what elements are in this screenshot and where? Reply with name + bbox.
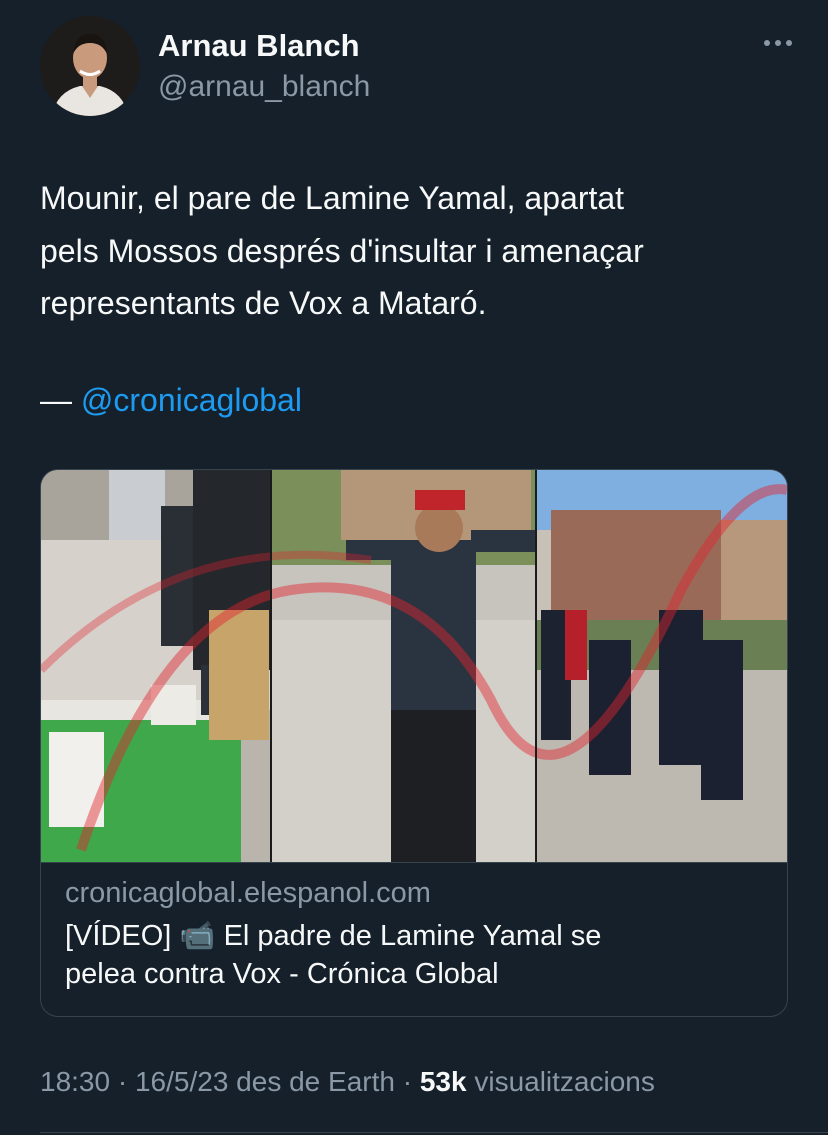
mention-link[interactable]: @cronicaglobal: [81, 382, 302, 418]
card-title-line: [VÍDEO] 📹 El padre de Lamine Yamal se: [65, 920, 602, 952]
card-title: [VÍDEO] 📹 El padre de Lamine Yamal se pe…: [65, 917, 765, 993]
tweet-text-line: pels Mossos després d'insultar i amenaça…: [40, 232, 644, 269]
views-label: visualitzacions: [466, 1066, 655, 1097]
more-dot: [786, 40, 792, 46]
avatar[interactable]: [40, 16, 140, 116]
tweet-time[interactable]: 18:30: [40, 1066, 110, 1097]
author-name[interactable]: Arnau Blanch: [158, 28, 360, 64]
tweet-text: Mounir, el pare de Lamine Yamal, apartat…: [40, 172, 800, 330]
meta-separator: ·: [394, 1066, 420, 1097]
news-photo-collage: [41, 470, 787, 862]
tweet-text-line: representants de Vox a Mataró.: [40, 285, 487, 321]
tweet-date-source[interactable]: 16/5/23 des de Earth: [135, 1066, 395, 1097]
more-dot: [775, 40, 781, 46]
divider: [40, 1132, 828, 1133]
credit-prefix: —: [40, 382, 81, 418]
avatar-image: [40, 16, 140, 116]
tweet-credit: — @cronicaglobal: [40, 374, 302, 426]
more-icon[interactable]: [756, 28, 800, 58]
tweet-text-line: Mounir, el pare de Lamine Yamal, apartat: [40, 180, 625, 216]
card-info[interactable]: cronicaglobal.elespanol.com [VÍDEO] 📹 El…: [41, 862, 787, 1016]
author-handle[interactable]: @arnau_blanch: [158, 70, 370, 104]
link-card[interactable]: cronicaglobal.elespanol.com [VÍDEO] 📹 El…: [40, 469, 788, 1017]
card-domain: cronicaglobal.elespanol.com: [65, 877, 431, 909]
more-dot: [764, 40, 770, 46]
tweet-meta: 18:30 · 16/5/23 des de Earth · 53k visua…: [40, 1066, 655, 1098]
tweet-header: Arnau Blanch @arnau_blanch: [40, 16, 800, 116]
card-title-line: pelea contra Vox - Crónica Global: [65, 958, 499, 990]
meta-separator: ·: [110, 1066, 135, 1097]
views-count[interactable]: 53k: [420, 1066, 467, 1097]
card-image[interactable]: [41, 470, 787, 862]
